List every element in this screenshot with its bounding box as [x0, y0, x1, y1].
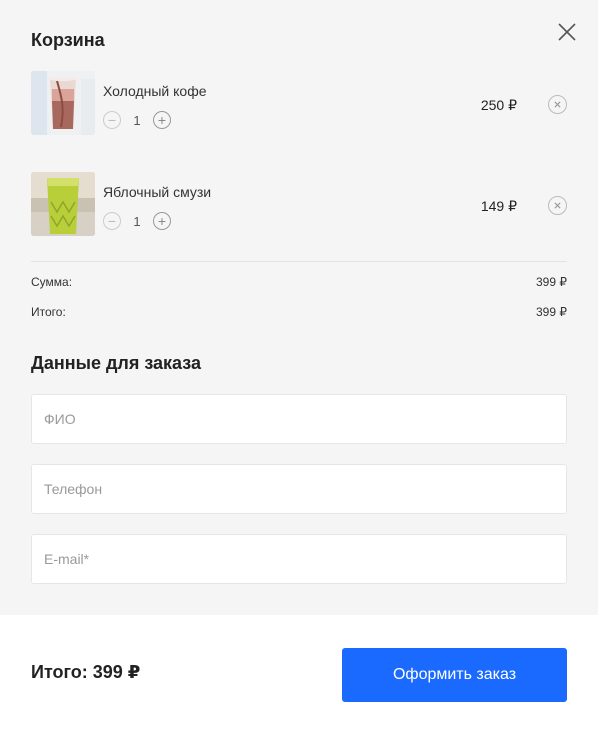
sum-value: 399 ₽ — [536, 275, 567, 289]
item-price: 149 ₽ — [480, 198, 517, 214]
apple-smoothie-image — [31, 172, 95, 236]
sum-row: Сумма: 399 ₽ — [31, 275, 567, 289]
order-form-title: Данные для заказа — [31, 353, 202, 373]
minus-icon[interactable]: − — [103, 111, 121, 129]
divider — [31, 261, 567, 262]
remove-item-icon[interactable] — [548, 196, 567, 215]
quantity-value: 1 — [133, 213, 141, 229]
checkout-button[interactable]: Оформить заказ — [342, 648, 567, 702]
item-price: 250 ₽ — [480, 97, 517, 113]
quantity-value: 1 — [133, 112, 141, 128]
phone-field[interactable] — [31, 464, 567, 514]
total-row: Итого: 399 ₽ — [31, 305, 567, 319]
email-field[interactable] — [31, 534, 567, 584]
close-icon[interactable] — [556, 21, 578, 43]
footer-total: Итого: 399 ₽ — [31, 662, 141, 682]
quantity-stepper: − 1 + — [103, 212, 171, 230]
cold-coffee-image — [31, 71, 95, 135]
remove-item-icon[interactable] — [548, 95, 567, 114]
full-name-field[interactable] — [31, 394, 567, 444]
total-value: 399 ₽ — [536, 305, 567, 319]
plus-icon[interactable]: + — [153, 212, 171, 230]
minus-icon[interactable]: − — [103, 212, 121, 230]
sum-label: Сумма: — [31, 275, 73, 289]
cart-title: Корзина — [31, 30, 105, 50]
cart-item: Яблочный смузи − 1 + 149 ₽ — [31, 172, 567, 236]
cart-item: Холодный кофе − 1 + 250 ₽ — [31, 71, 567, 135]
plus-icon[interactable]: + — [153, 111, 171, 129]
item-name: Яблочный смузи — [103, 184, 212, 200]
checkout-footer: Итого: 399 ₽ Оформить заказ — [0, 615, 598, 732]
total-label: Итого: — [31, 305, 66, 319]
quantity-stepper: − 1 + — [103, 111, 171, 129]
item-name: Холодный кофе — [103, 83, 207, 99]
